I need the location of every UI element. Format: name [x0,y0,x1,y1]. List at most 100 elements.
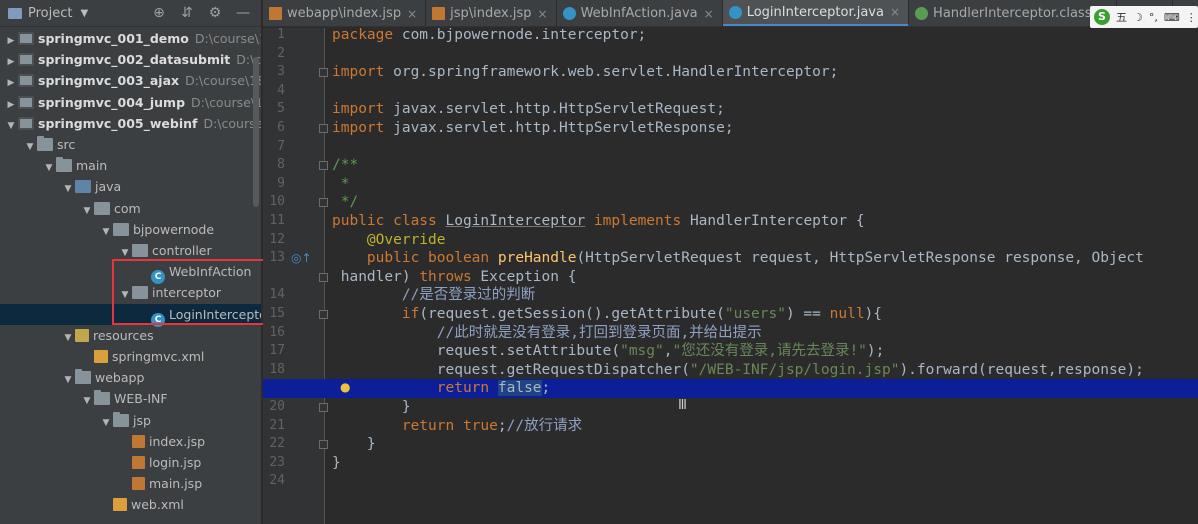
code-line[interactable]: request.getRequestDispatcher("/WEB-INF/j… [332,361,1198,380]
folder-icon [37,136,53,151]
lightbulb-icon[interactable]: ● [340,380,350,394]
code-line[interactable]: if(request.getSession().getAttribute("us… [332,305,1198,324]
fold-marker-icon[interactable] [319,68,328,78]
line-number: 1 [277,27,285,42]
tree-item-springmvc-005-webinf[interactable]: ▼springmvc_005_webinfD:\course\18. [0,113,261,134]
close-tab-icon[interactable]: × [407,7,417,21]
line-number: 24 [269,473,285,489]
editor-tab[interactable]: WebInfAction.java × [557,0,723,26]
project-header[interactable]: Project ▼ ⊕ ⇵ ⚙ — [0,0,261,27]
tree-item-web-xml[interactable]: web.xml [0,494,261,515]
tab-label: HandlerInterceptor.class [933,6,1092,21]
editor-tab[interactable]: LoginInterceptor.java × [722,0,910,26]
code-line[interactable]: public boolean preHandle(HttpServletRequ… [332,249,1198,268]
ime-menu-icon[interactable]: ⋮ [1186,11,1197,24]
editor-tab[interactable]: webapp\index.jsp × [263,0,427,26]
tree-item-springmvc-003-ajax[interactable]: ▶springmvc_003_ajaxD:\course\18.Sp [0,70,261,91]
tree-item-springmvc-002-datasubmit[interactable]: ▶springmvc_002_datasubmitD:\course\18. [0,49,261,70]
fold-marker-icon[interactable] [319,310,328,319]
punctuation-icon[interactable]: °, [1149,11,1158,24]
code-line[interactable]: //此时就是没有登录,打回到登录页面,并给出提示 [332,324,1198,343]
line-number: 21 [269,417,285,433]
fold-marker-icon[interactable] [319,198,328,208]
minimize-icon[interactable]: — [235,5,251,21]
code-line[interactable]: } [332,435,1198,454]
tree-item-webapp[interactable]: ▼ webapp [0,367,261,388]
code-line[interactable]: //是否登录过的判断 [332,286,1198,305]
close-tab-icon[interactable]: × [890,5,900,19]
code-editor[interactable]: 123456789101112131415161718192021222324◎… [263,26,1198,524]
code-token: "/WEB-INF/jsp/login.jsp" [689,361,900,378]
code-line[interactable]: return true;//放行请求 [332,417,1198,436]
ime-toolbar[interactable]: S 五 ☽ °, ⌨ ⋮ [1090,6,1198,28]
keyboard-icon[interactable]: ⌨ [1164,11,1180,24]
fold-marker-icon[interactable] [319,403,328,412]
code-line[interactable]: } [332,454,1198,473]
collapse-icon[interactable]: ⇵ [179,5,195,21]
code-token: return [436,380,498,397]
line-number: 20 [269,399,285,414]
code-line[interactable]: public class LoginInterceptor implements… [332,212,1198,231]
code-line[interactable] [332,472,1198,491]
moon-icon[interactable]: ☽ [1133,11,1143,24]
code-line[interactable]: /** [332,156,1198,175]
code-line[interactable]: */ [332,193,1198,212]
code-line[interactable]: import javax.servlet.http.HttpServletRes… [332,119,1198,138]
project-title[interactable]: Project [28,6,72,21]
tree-item-java[interactable]: ▼ java [0,176,261,197]
code-token: LoginInterceptor [445,213,586,229]
code-area[interactable]: package com.bjpowernode.interceptor; impo… [263,26,1198,524]
tree-item-web-inf[interactable]: ▼ WEB-INF [0,388,261,409]
tree-item-index-jsp[interactable]: index.jsp [0,431,261,452]
code-line[interactable] [332,138,1198,157]
code-line[interactable] [332,82,1198,101]
code-token: import [332,120,394,136]
chevron-down-icon[interactable]: ▼ [80,8,88,19]
code-line[interactable]: package com.bjpowernode.interceptor; [332,26,1198,45]
jsp-file-icon [432,7,446,20]
override-marker-icon[interactable]: ◎↑ [291,251,312,265]
gear-icon[interactable]: ⚙ [207,5,223,21]
fold-marker-icon[interactable] [319,272,328,282]
target-icon[interactable]: ⊕ [151,5,167,21]
tree-item-label: index.jsp [149,433,206,449]
tree-item-springmvc-001-demo[interactable]: ▶springmvc_001_demoD:\course\18.S [0,28,261,49]
fold-marker-icon[interactable] [319,440,328,450]
tree-item-jsp[interactable]: ▼ jsp [0,410,261,431]
tree-item-label: web.xml [131,497,184,513]
tree-item-com[interactable]: ▼ com [0,198,261,219]
tree-item-resources[interactable]: ▼ resources [0,325,261,346]
fold-marker-icon[interactable] [319,124,328,133]
tree-item-springmvc-xml[interactable]: springmvc.xml [0,346,261,367]
code-token: //此时就是没有登录,打回到登录页面,并给出提示 [436,324,762,341]
code-token: ){ [864,306,883,322]
code-line[interactable]: handler) throws Exception { [332,268,1198,287]
tree-item-label: java [95,179,122,195]
code-line[interactable]: import javax.servlet.http.HttpServletReq… [332,100,1198,119]
tree-item-springmvc-004-jump[interactable]: ▶springmvc_004_jumpD:\course\18.Sp [0,92,261,113]
line-number: 14 [269,287,285,303]
code-line[interactable]: import org.springframework.web.servlet.H… [332,63,1198,82]
tree-item-login-jsp[interactable]: login.jsp [0,452,261,473]
ime-logo-icon[interactable]: S [1094,9,1110,25]
ime-mode[interactable]: 五 [1116,9,1127,25]
code-line[interactable]: request.setAttribute("msg","您还没有登录,请先去登录… [332,342,1198,361]
tree-item-main-jsp[interactable]: main.jsp [0,473,261,494]
tree-scrollbar[interactable] [253,57,259,207]
close-tab-icon[interactable]: × [704,7,714,21]
editor-tab[interactable]: jsp\index.jsp × [426,0,557,26]
src-icon [75,180,91,194]
tree-item-controller[interactable]: ▼ controller [0,240,261,261]
tree-item-bjpowernode[interactable]: ▼ bjpowernode [0,219,261,240]
editor-tab[interactable]: HandlerInterceptor.class× [909,0,1117,26]
code-line[interactable]: return false; [263,379,1198,398]
fold-marker-icon[interactable] [319,161,328,171]
code-line[interactable]: @Override [332,231,1198,250]
code-line[interactable]: * [332,175,1198,194]
close-tab-icon[interactable]: × [538,7,548,21]
tree-item-src[interactable]: ▼ src [0,134,261,155]
code-line[interactable]: } [332,398,1198,417]
code-line[interactable] [332,45,1198,64]
tree-item-main[interactable]: ▼ main [0,155,261,176]
